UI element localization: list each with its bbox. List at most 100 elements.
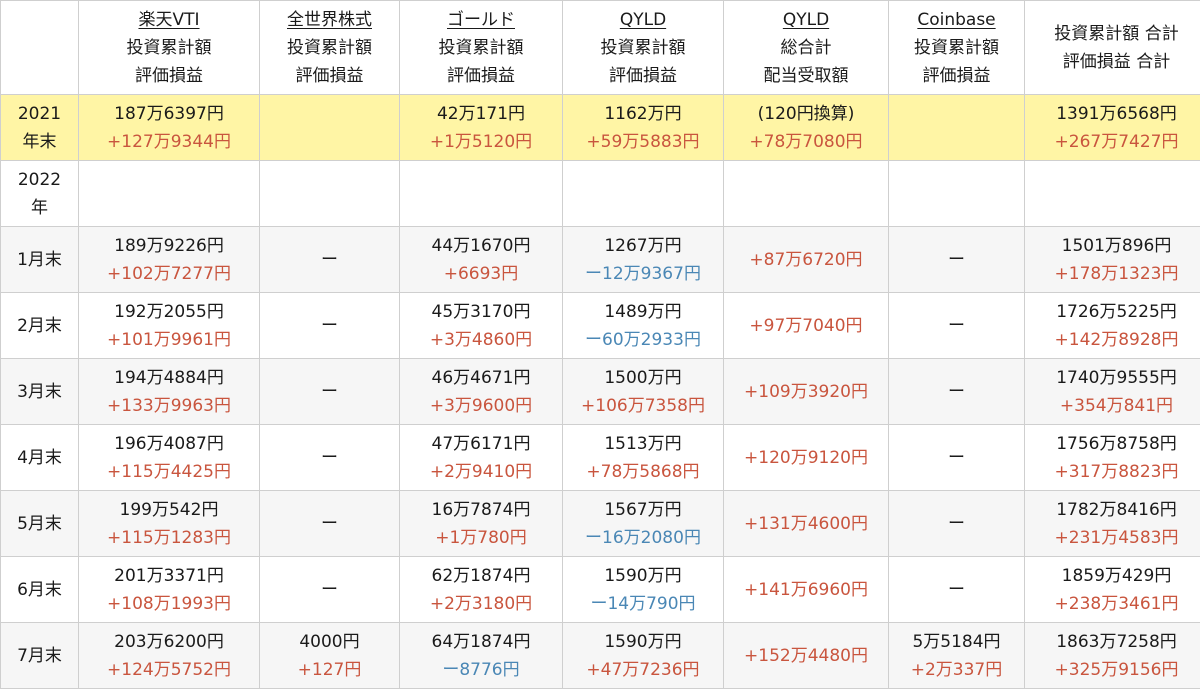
table-cell: 64万1874円ー8776円 (400, 623, 563, 689)
cell-value: ー (889, 444, 1024, 472)
cell-value: 196万4087円 (79, 430, 259, 458)
table-row: 1月末189万9226円+102万7277円ー44万1670円+6693円126… (1, 227, 1200, 293)
cell-value: +178万1323円 (1025, 260, 1200, 288)
table-cell: 44万1670円+6693円 (400, 227, 563, 293)
cell-value: +127円 (260, 656, 399, 684)
table-cell: ー (260, 557, 400, 623)
cell-value: 4000円 (260, 628, 399, 656)
column-header (1, 1, 79, 95)
cell-value: +115万4425円 (79, 458, 259, 486)
column-header: QYLD投資累計額評価損益 (563, 1, 724, 95)
table-cell: ー (260, 293, 400, 359)
table-cell (889, 161, 1025, 227)
cell-value: +131万4600円 (724, 510, 888, 538)
cell-value: +3万9600円 (400, 392, 562, 420)
column-subtitle: 評価損益 (79, 62, 259, 90)
column-title: ゴールド (400, 6, 562, 34)
cell-value: ー (889, 312, 1024, 340)
table-cell (889, 95, 1025, 161)
table-row: 2月末192万2055円+101万9961円ー45万3170円+3万4860円1… (1, 293, 1200, 359)
cell-value: +47万7236円 (563, 656, 723, 684)
cell-value: +142万8928円 (1025, 326, 1200, 354)
table-row: 4月末196万4087円+115万4425円ー47万6171円+2万9410円1… (1, 425, 1200, 491)
row-label-text: 年 (1, 194, 78, 222)
cell-value: 189万9226円 (79, 232, 259, 260)
table-cell (724, 161, 889, 227)
table-cell: +97万7040円 (724, 293, 889, 359)
row-label: 4月末 (1, 425, 79, 491)
column-header: 全世界株式投資累計額評価損益 (260, 1, 400, 95)
table-cell: 1501万896円+178万1323円 (1025, 227, 1200, 293)
cell-value: 1740万9555円 (1025, 364, 1200, 392)
table-cell: 1863万7258円+325万9156円 (1025, 623, 1200, 689)
cell-value: 1513万円 (563, 430, 723, 458)
table-cell (563, 161, 724, 227)
table-cell (1025, 161, 1200, 227)
row-label: 2月末 (1, 293, 79, 359)
table-cell: ー (889, 359, 1025, 425)
column-title: 全世界株式 (260, 6, 399, 34)
column-subtitle: 評価損益 合計 (1025, 48, 1200, 76)
cell-value: ー (260, 378, 399, 406)
table-cell: ー (889, 491, 1025, 557)
table-cell: 1590万円ー14万790円 (563, 557, 724, 623)
table-cell: 4000円+127円 (260, 623, 400, 689)
cell-value: ー8776円 (400, 656, 562, 684)
cell-value: 1501万896円 (1025, 232, 1200, 260)
cell-value: +108万1993円 (79, 590, 259, 618)
row-label-text: 2021 (1, 100, 78, 128)
cell-value: 1863万7258円 (1025, 628, 1200, 656)
cell-value: 45万3170円 (400, 298, 562, 326)
table-row: 2022年 (1, 161, 1200, 227)
row-label-text: 7月末 (1, 642, 78, 670)
cell-value: +6693円 (400, 260, 562, 288)
table-cell: 5万5184円+2万337円 (889, 623, 1025, 689)
table-cell: ー (889, 227, 1025, 293)
cell-value: 62万1874円 (400, 562, 562, 590)
row-label: 2021年末 (1, 95, 79, 161)
row-label: 3月末 (1, 359, 79, 425)
table-cell: 187万6397円+127万9344円 (79, 95, 260, 161)
table-cell: 201万3371円+108万1993円 (79, 557, 260, 623)
cell-value: 201万3371円 (79, 562, 259, 590)
cell-value: 16万7874円 (400, 496, 562, 524)
cell-value: ー60万2933円 (563, 326, 723, 354)
cell-value: +141万6960円 (724, 576, 888, 604)
column-subtitle: 評価損益 (889, 62, 1024, 90)
table-cell: 203万6200円+124万5752円 (79, 623, 260, 689)
table-cell: 196万4087円+115万4425円 (79, 425, 260, 491)
cell-value: 1391万6568円 (1025, 100, 1200, 128)
cell-value: 42万171円 (400, 100, 562, 128)
cell-value: 1859万429円 (1025, 562, 1200, 590)
column-title: QYLD (563, 6, 723, 34)
cell-value: +2万337円 (889, 656, 1024, 684)
table-cell: 199万542円+115万1283円 (79, 491, 260, 557)
table-cell: 47万6171円+2万9410円 (400, 425, 563, 491)
cell-value: 1782万8416円 (1025, 496, 1200, 524)
column-header: ゴールド投資累計額評価損益 (400, 1, 563, 95)
table-cell: ー (260, 491, 400, 557)
cell-value: 64万1874円 (400, 628, 562, 656)
table-cell: 192万2055円+101万9961円 (79, 293, 260, 359)
column-subtitle: 評価損益 (563, 62, 723, 90)
cell-value: +267万7427円 (1025, 128, 1200, 156)
cell-value: 5万5184円 (889, 628, 1024, 656)
cell-value: +238万3461円 (1025, 590, 1200, 618)
cell-value: +102万7277円 (79, 260, 259, 288)
cell-value: +124万5752円 (79, 656, 259, 684)
row-label-text: 6月末 (1, 576, 78, 604)
cell-value: 1489万円 (563, 298, 723, 326)
cell-value: ー (260, 510, 399, 538)
table-cell: ー (889, 557, 1025, 623)
table-cell: 194万4884円+133万9963円 (79, 359, 260, 425)
cell-value: 1567万円 (563, 496, 723, 524)
table-cell: 1756万8758円+317万8823円 (1025, 425, 1200, 491)
table-cell (260, 95, 400, 161)
column-subtitle: 評価損益 (400, 62, 562, 90)
cell-value: 187万6397円 (79, 100, 259, 128)
table-row: 2021年末187万6397円+127万9344円42万171円+1万5120円… (1, 95, 1200, 161)
cell-value: +120万9120円 (724, 444, 888, 472)
table-cell: ー (260, 227, 400, 293)
row-label: 5月末 (1, 491, 79, 557)
table-cell: +131万4600円 (724, 491, 889, 557)
